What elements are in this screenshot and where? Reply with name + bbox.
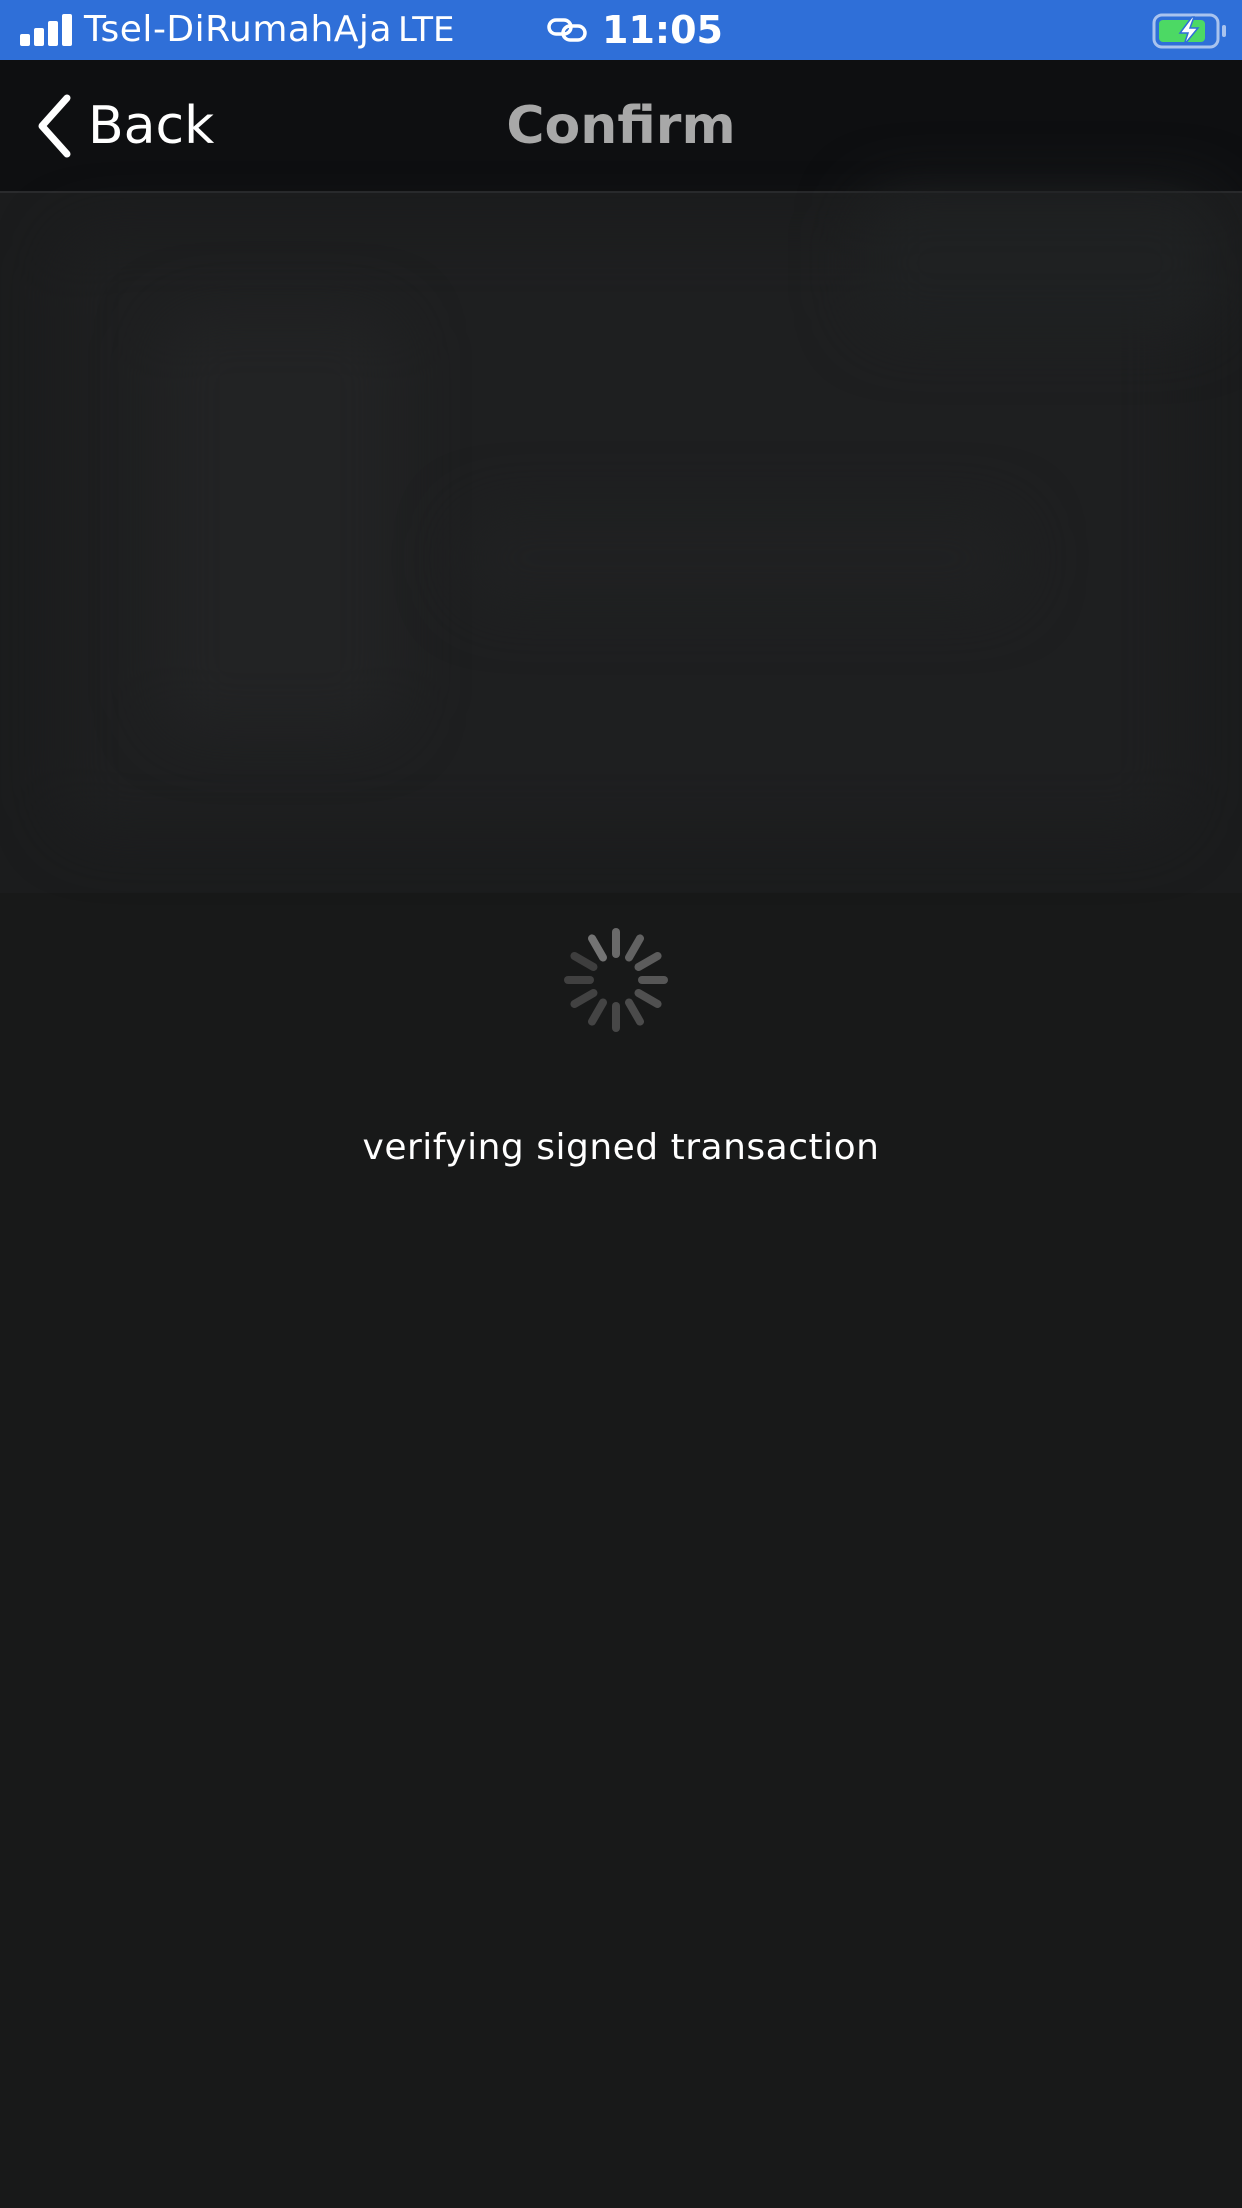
- loading-message: verifying signed transaction: [362, 1127, 880, 1168]
- confirm-screen: Tsel-DiRumahAja LTE 11:05 Back Confirm v…: [0, 0, 1242, 2208]
- navigation-bar: Back Confirm: [0, 60, 1242, 193]
- status-bar: Tsel-DiRumahAja LTE 11:05: [0, 0, 1242, 60]
- page-title: Confirm: [506, 96, 736, 156]
- link-icon: [547, 18, 587, 42]
- carrier-name: Tsel-DiRumahAja: [84, 9, 392, 50]
- blurred-background: [0, 193, 1242, 893]
- network-type: LTE: [398, 10, 455, 50]
- battery-charging-icon: [1152, 13, 1226, 49]
- signal-bars-icon: [20, 14, 72, 46]
- activity-spinner-icon: [564, 928, 668, 1032]
- status-time: 11:05: [602, 8, 723, 52]
